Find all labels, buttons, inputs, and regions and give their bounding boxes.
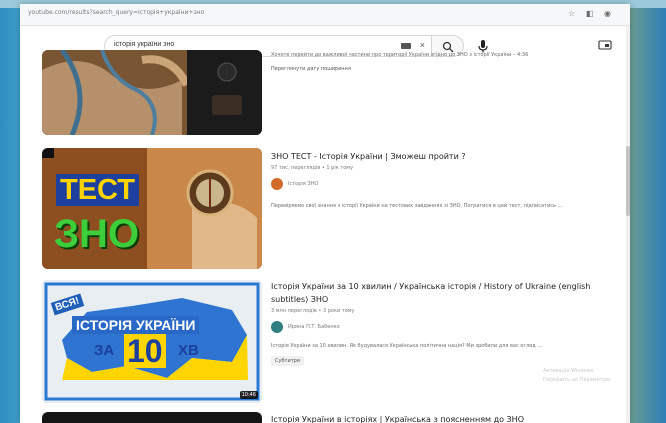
video-thumbnail[interactable]: ВСЯ! ІСТОРІЯ УКРАЇНИ ЗА 10 ХВ 10:46 [42,280,262,403]
scrollbar[interactable] [626,26,630,423]
video-description: Історія України за 10 хвилин. Як будувал… [271,343,543,349]
channel-name[interactable]: Ирина П.Т. Бабенко [288,324,340,330]
thumb-text-test: ТЕСТ [56,174,139,206]
url-text[interactable]: youtube.com/results?search_query=історія… [28,9,204,16]
video-title[interactable]: Історія України в історіях | Українська … [271,413,629,423]
keyboard-icon[interactable] [401,43,411,49]
address-bar[interactable]: youtube.com/results?search_query=історія… [20,4,630,26]
watermark-line-1: Активація Windows [543,368,594,374]
scrollbar-thumb[interactable] [626,146,630,216]
profile-icon[interactable]: ◉ [604,9,611,18]
cast-icon[interactable] [598,40,612,50]
video-description: Хочете перейти до важливої частини про т… [271,52,529,58]
thumb-text-history: ІСТОРІЯ УКРАЇНИ [72,316,200,334]
video-result[interactable]: Хочете перейти до важливої частини про т… [20,50,630,140]
watermark-line-2: Перейдіть до Параметрів [543,377,611,383]
video-meta: 3 млн переглядів • 3 роки тому [271,308,355,314]
video-result[interactable]: ТЕСТ ЗНО ЗНО ТЕСТ - Історія України | Зм… [20,148,630,273]
close-icon[interactable]: × [420,40,425,50]
video-info: Історія України за 10 хвилин / Українськ… [271,280,629,367]
windows-activation-watermark: Активація Windows Перейдіть до Параметрі… [543,367,610,385]
video-thumbnail[interactable] [42,412,262,423]
channel-name[interactable]: Історія ЗНО [288,181,318,187]
video-title[interactable]: ЗНО ТЕСТ - Історія України | Зможеш прой… [271,150,629,163]
channel-row[interactable]: Історія ЗНО [271,177,629,191]
bookmark-icon[interactable]: ☆ [568,9,575,18]
video-link[interactable]: Переглянути дату поширення [271,66,629,72]
thumb-text-hv: ХВ [178,342,199,359]
video-result[interactable]: Історія України в історіях | Українська … [20,412,630,423]
browser-window: youtube.com/results?search_query=історія… [20,4,630,423]
avatar[interactable] [271,321,283,333]
video-description: Перевіряємо свої знання з історії Україн… [271,203,563,209]
video-thumbnail[interactable] [42,50,262,135]
video-thumbnail[interactable]: ТЕСТ ЗНО [42,148,262,269]
avatar[interactable] [271,178,283,190]
thumb-text-za: ЗА [94,342,115,359]
video-info: ЗНО ТЕСТ - Історія України | Зможеш прой… [271,150,629,209]
video-info: Хочете перейти до важливої частини про т… [271,52,629,72]
subtitles-badge: Субтитри [271,356,305,366]
video-result[interactable]: ВСЯ! ІСТОРІЯ УКРАЇНИ ЗА 10 ХВ 10:46 Істо… [20,280,630,408]
channel-row[interactable]: Ирина П.Т. Бабенко [271,320,629,334]
thumb-text-zno: ЗНО [54,212,140,256]
thumb-text-10: 10 [124,334,166,368]
video-info: Історія України в історіях | Українська … [271,413,629,423]
search-query-text[interactable]: історія україни зно [114,41,174,48]
map-artwork [42,50,262,135]
video-title[interactable]: Історія України за 10 хвилин / Українськ… [271,280,629,306]
video-duration: 10:46 [239,391,258,399]
extensions-icon[interactable]: ◧ [586,9,594,18]
video-meta: 97 тис. переглядів • 1 рік тому [271,165,354,171]
